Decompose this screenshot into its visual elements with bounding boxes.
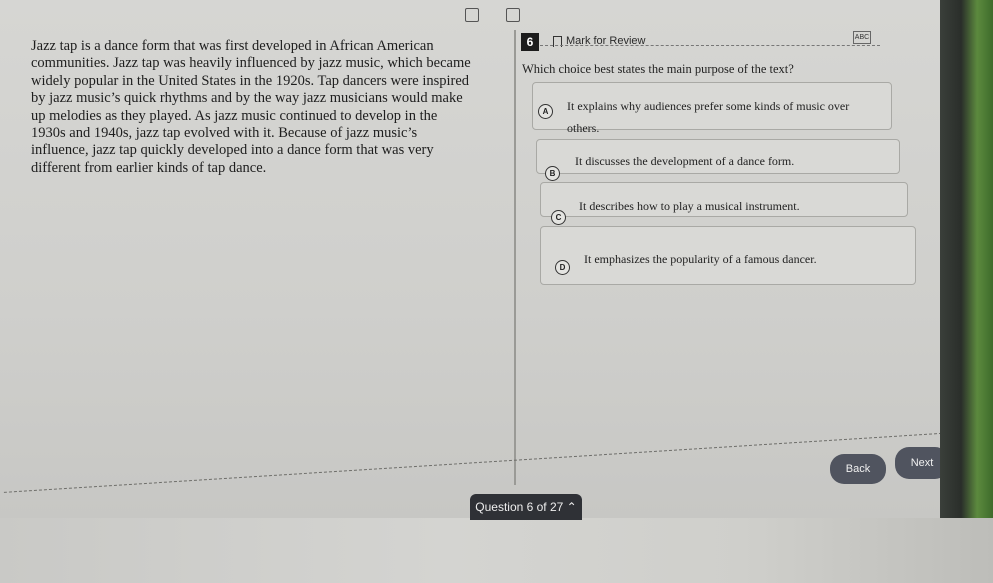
question-number-badge: 6 xyxy=(521,33,539,51)
choice-letter: A xyxy=(538,104,553,119)
reading-passage: Jazz tap is a dance form that was first … xyxy=(31,38,471,176)
question-navigator-button[interactable]: Question 6 of 27 ⌃ xyxy=(470,494,582,520)
device-edge xyxy=(940,0,993,518)
layout-icon[interactable] xyxy=(506,8,520,22)
choice-text: It describes how to play a musical instr… xyxy=(579,199,800,213)
back-button[interactable]: Back xyxy=(830,454,886,484)
chevron-up-icon: ⌃ xyxy=(566,500,577,514)
choice-text: It explains why audiences prefer some ki… xyxy=(567,99,850,135)
choice-text: It discusses the development of a dance … xyxy=(575,154,795,168)
choice-b[interactable]: B It discusses the development of a danc… xyxy=(536,139,900,181)
expand-icon[interactable] xyxy=(465,8,479,22)
choice-c[interactable]: C It describes how to play a musical ins… xyxy=(540,182,908,225)
question-progress: Question 6 of 27 xyxy=(475,500,564,514)
header-separator xyxy=(540,45,880,46)
abc-eliminator-toggle[interactable]: ABC xyxy=(853,31,871,44)
choice-text: It emphasizes the popularity of a famous… xyxy=(584,252,817,266)
choice-letter: D xyxy=(555,260,570,275)
question-text: Which choice best states the main purpos… xyxy=(522,62,794,76)
choice-letter: C xyxy=(551,210,566,225)
choice-a[interactable]: A It explains why audiences prefer some … xyxy=(532,82,892,135)
choice-d[interactable]: D It emphasizes the popularity of a famo… xyxy=(540,226,916,285)
test-screen: Jazz tap is a dance form that was first … xyxy=(0,0,978,583)
choice-letter: B xyxy=(545,166,560,181)
pane-divider[interactable] xyxy=(514,30,516,485)
